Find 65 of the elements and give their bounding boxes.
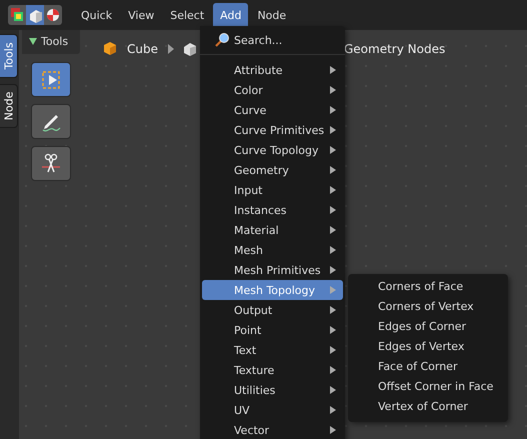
sidebar-tab[interactable]: Node (0, 84, 18, 128)
menu-entry[interactable]: Mesh Primitives (202, 260, 343, 280)
tool-button[interactable] (31, 146, 71, 181)
submenu-arrow-icon (330, 266, 336, 274)
menu-entry[interactable]: Corners of Vertex (348, 297, 508, 317)
menu-entry[interactable]: Text (202, 340, 343, 360)
tool-button[interactable] (31, 62, 71, 97)
menu-entry[interactable]: Corners of Face (348, 277, 508, 297)
menu-entry[interactable]: Curve Primitives (202, 120, 343, 140)
submenu-arrow-icon (330, 106, 336, 114)
menu-item[interactable]: Select (163, 2, 212, 28)
submenu-arrow-icon (330, 406, 336, 414)
submenu-arrow-icon (330, 86, 336, 94)
menu-entry[interactable]: Curve (202, 100, 343, 120)
menu-item[interactable]: Add (213, 2, 248, 28)
breadcrumb-label: Geometry Nodes (344, 42, 446, 56)
chevron-icon (168, 44, 174, 54)
menu-entry[interactable]: Color (202, 80, 343, 100)
panel-title: Tools (41, 35, 68, 48)
menu-entry[interactable]: Attribute (202, 60, 343, 80)
menu-entry[interactable]: Mesh Topology (202, 280, 343, 300)
tool-button[interactable] (31, 104, 71, 139)
sidebar-tab[interactable]: Tools (0, 34, 18, 78)
search-item[interactable]: Search... (202, 30, 343, 50)
menu-item[interactable]: Node (250, 2, 294, 28)
menu-item[interactable]: View (121, 2, 162, 28)
submenu-arrow-icon (330, 186, 336, 194)
submenu-arrow-icon (330, 166, 336, 174)
submenu-arrow-icon (330, 206, 336, 214)
menu-entry[interactable]: Point (202, 320, 343, 340)
submenu-arrow-icon (330, 366, 336, 374)
menu-entry[interactable]: Offset Corner in Face (348, 377, 508, 397)
tools-panel-header[interactable]: Tools (22, 30, 80, 54)
submenu-arrow-icon (330, 286, 336, 294)
submenu-arrow-icon (330, 326, 336, 334)
submenu-arrow-icon (330, 306, 336, 314)
submenu-arrow-icon (330, 246, 336, 254)
menu-entry[interactable]: Mesh (202, 240, 343, 260)
menu-item[interactable]: Quick (74, 2, 120, 28)
menu-entry[interactable]: Vertex of Corner (348, 397, 508, 417)
cube-icon (182, 41, 198, 57)
menu-entry[interactable]: Edges of Vertex (348, 337, 508, 357)
menu-entry[interactable]: Curve Topology (202, 140, 343, 160)
menu-entry[interactable]: Vector (202, 420, 343, 439)
submenu-arrow-icon (330, 66, 336, 74)
menu-entry[interactable]: Instances (202, 200, 343, 220)
menu-entry[interactable]: Texture (202, 360, 343, 380)
menu-entry[interactable]: Utilities (202, 380, 343, 400)
menu-entry[interactable]: Material (202, 220, 343, 240)
submenu-arrow-icon (330, 426, 336, 434)
submenu-arrow-icon (330, 126, 336, 134)
breadcrumb-label: Cube (127, 42, 158, 56)
cube-icon (103, 41, 119, 57)
menu-entry[interactable]: Geometry (202, 160, 343, 180)
submenu-arrow-icon (330, 226, 336, 234)
menu-entry[interactable]: Input (202, 180, 343, 200)
submenu-arrow-icon (330, 386, 336, 394)
menu-entry[interactable]: Output (202, 300, 343, 320)
search-icon (214, 32, 230, 48)
submenu-arrow-icon (330, 146, 336, 154)
menu-entry[interactable]: UV (202, 400, 343, 420)
menu-entry[interactable]: Edges of Corner (348, 317, 508, 337)
submenu-arrow-icon (330, 346, 336, 354)
menu-entry[interactable]: Face of Corner (348, 357, 508, 377)
editor-type-icons[interactable] (8, 5, 62, 25)
